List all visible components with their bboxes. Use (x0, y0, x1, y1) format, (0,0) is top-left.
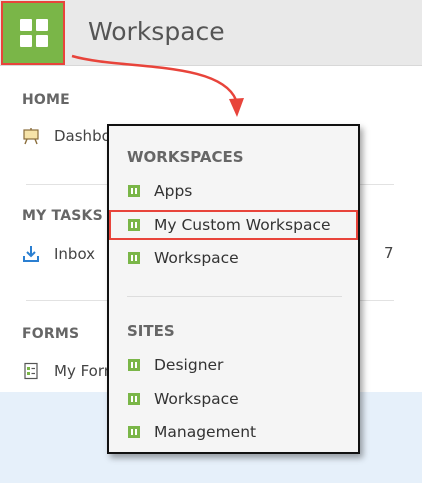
annotation-arrow (71, 54, 244, 117)
